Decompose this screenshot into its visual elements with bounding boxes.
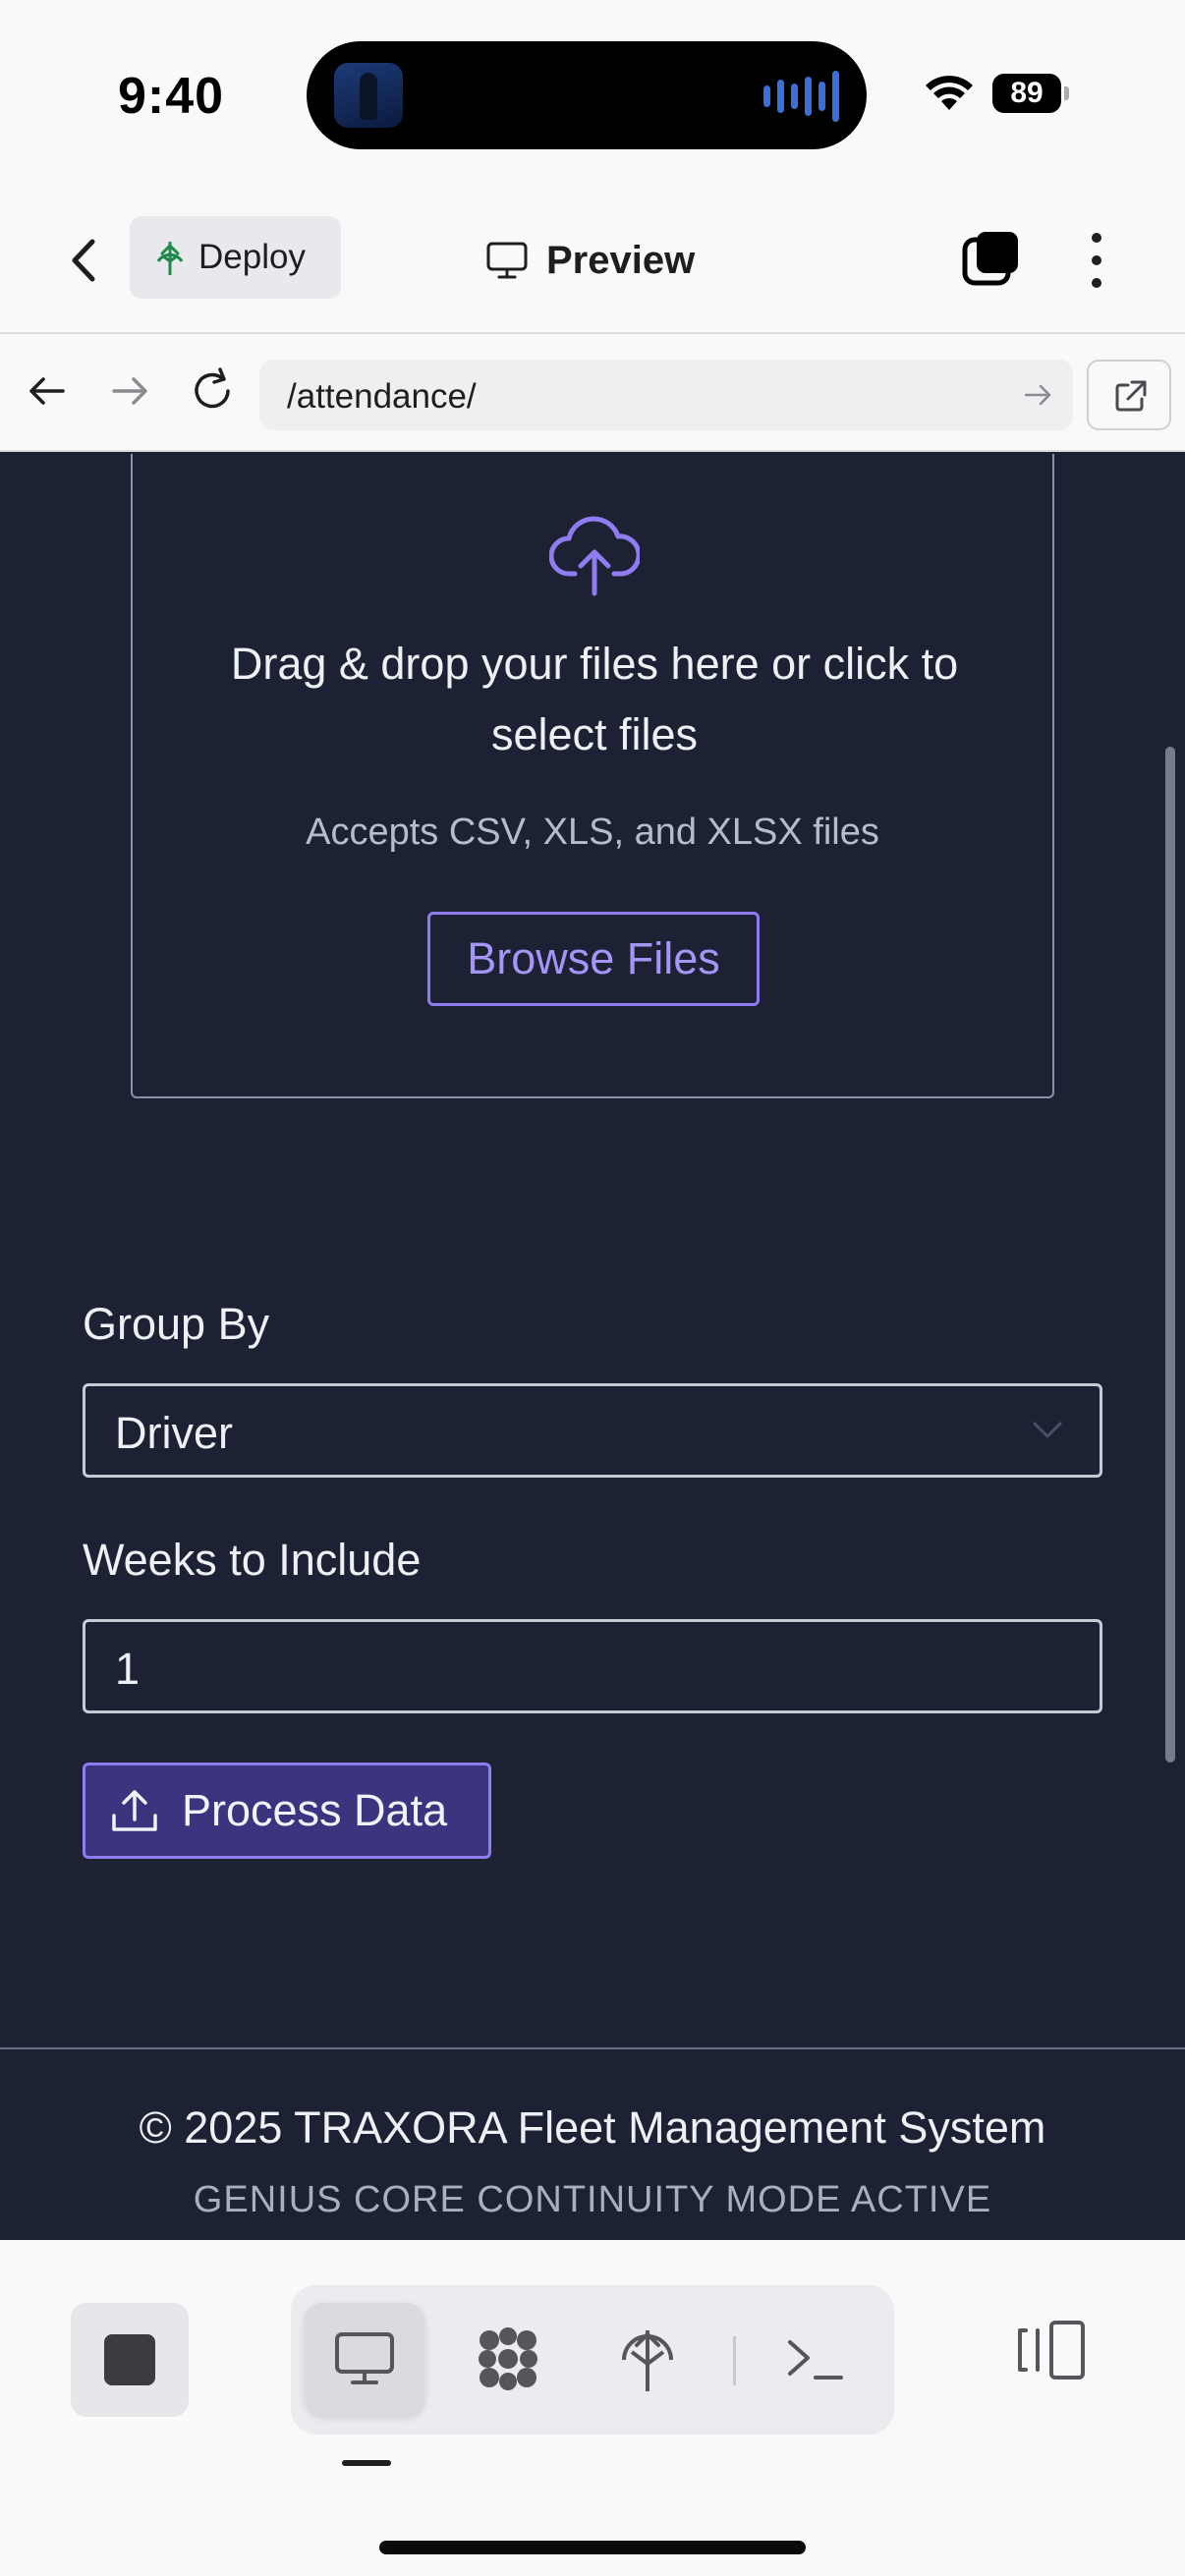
upload-icon	[112, 1790, 157, 1831]
back-chevron-icon[interactable]	[55, 226, 114, 295]
home-indicator	[379, 2541, 806, 2554]
more-vertical-icon[interactable]	[1077, 226, 1116, 295]
group-by-label: Group By	[83, 1299, 270, 1349]
status-bar: 9:40 89	[0, 0, 1185, 187]
deploy-label: Deploy	[198, 238, 306, 276]
audio-wave-icon	[763, 69, 839, 124]
file-dropzone[interactable]: Drag & drop your files here or click to …	[131, 454, 1054, 1098]
tabs-icon[interactable]	[961, 228, 1022, 289]
status-time: 9:40	[118, 68, 225, 125]
weeks-label: Weeks to Include	[83, 1535, 422, 1585]
dynamic-island[interactable]	[307, 41, 867, 149]
go-arrow-icon[interactable]	[1020, 377, 1055, 413]
now-playing-artwork	[334, 63, 403, 128]
preview-title-label: Preview	[546, 238, 696, 282]
footer-divider	[0, 2047, 1185, 2049]
apps-tool-button[interactable]	[448, 2303, 568, 2415]
active-tab-indicator	[342, 2460, 391, 2466]
deploy-icon	[622, 2330, 673, 2391]
url-text: /attendance/	[287, 377, 477, 416]
toolbar-separator	[733, 2336, 736, 2385]
scrollbar[interactable]	[1165, 747, 1175, 1763]
deploy-icon	[156, 242, 184, 275]
dropzone-prompt: Drag & drop your files here or click to …	[230, 639, 959, 759]
process-data-label: Process Data	[182, 1785, 448, 1835]
reload-icon[interactable]	[185, 364, 240, 419]
browse-files-button[interactable]: Browse Files	[427, 912, 760, 1006]
arrow-right-icon[interactable]	[102, 364, 157, 419]
terminal-icon	[788, 2340, 843, 2380]
battery-icon: 89	[992, 74, 1069, 113]
footer-copyright: © 2025 TRAXORA Fleet Management System	[139, 2102, 1046, 2153]
deploy-button[interactable]: Deploy	[130, 216, 341, 299]
desktop-icon	[335, 2332, 394, 2384]
wifi-icon	[926, 76, 973, 110]
layout-icon[interactable]	[1012, 2311, 1091, 2389]
browser-bar: /attendance/	[0, 334, 1185, 452]
desktop-icon	[486, 242, 528, 279]
bottom-toolbar	[0, 2240, 1185, 2576]
stop-icon	[104, 2334, 155, 2385]
group-by-value: Driver	[115, 1408, 233, 1458]
page-content: Drag & drop your files here or click to …	[0, 454, 1185, 2240]
external-link-icon	[1115, 380, 1147, 412]
weeks-input[interactable]: 1	[83, 1619, 1102, 1713]
preview-title[interactable]: Preview	[485, 226, 695, 295]
footer-mode-status: GENIUS CORE CONTINUITY MODE ACTIVE	[193, 2179, 992, 2220]
tool-group	[291, 2285, 894, 2435]
terminal-tool-button[interactable]	[755, 2303, 875, 2415]
process-data-button[interactable]: Process Data	[83, 1763, 491, 1859]
app-header: Deploy Preview	[0, 187, 1185, 334]
weeks-value: 1	[115, 1644, 141, 1694]
arrow-left-icon[interactable]	[20, 364, 75, 419]
open-external-button[interactable]	[1087, 360, 1171, 430]
chevron-down-icon	[1033, 1422, 1062, 1438]
dropzone-accepted-types: Accepts CSV, XLS, and XLSX files	[306, 812, 879, 853]
desktop-tool-button[interactable]	[305, 2303, 424, 2415]
deploy-tool-button[interactable]	[588, 2303, 707, 2415]
apps-icon	[479, 2327, 537, 2390]
stop-button[interactable]	[71, 2303, 189, 2417]
group-by-select[interactable]: Driver	[83, 1383, 1102, 1478]
cloud-upload-icon	[549, 516, 640, 596]
url-bar[interactable]: /attendance/	[259, 360, 1073, 430]
